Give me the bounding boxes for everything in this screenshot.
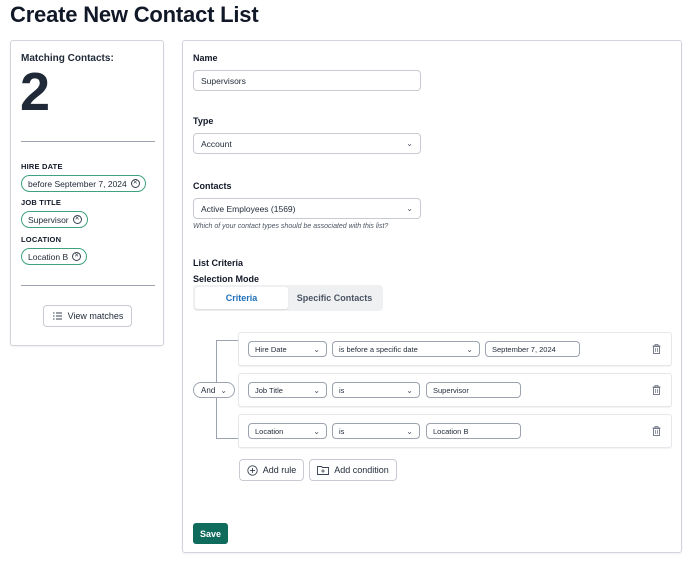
trash-icon[interactable]	[652, 344, 661, 354]
selection-mode-label: Selection Mode	[193, 274, 260, 284]
matching-contacts-panel: Matching Contacts: 2 HIRE DATE before Se…	[10, 40, 164, 346]
rule-operator-select[interactable]: is ⌄	[332, 382, 420, 398]
name-input-value: Supervisors	[201, 75, 246, 86]
list-icon	[52, 312, 62, 320]
filter-label-location: LOCATION	[21, 235, 62, 244]
plus-circle-icon	[247, 464, 258, 476]
rule-operator-value: is before a specific date	[339, 344, 418, 354]
type-label: Type	[193, 116, 214, 126]
contacts-helper-text: Which of your contact types should be as…	[193, 223, 389, 230]
filter-label-job-title: JOB TITLE	[21, 198, 62, 207]
save-button[interactable]: Save	[193, 523, 228, 544]
add-rule-button[interactable]: Add rule	[239, 459, 304, 481]
folder-plus-icon	[317, 466, 330, 475]
tab-criteria[interactable]: Criteria	[195, 287, 288, 309]
view-matches-button[interactable]: View matches	[43, 305, 132, 327]
chevron-down-icon: ⌄	[313, 385, 320, 395]
page-title: Create New Contact List	[10, 2, 259, 27]
rule-operator-select[interactable]: is before a specific date ⌄	[332, 341, 480, 357]
rule-field-select[interactable]: Location ⌄	[248, 423, 327, 439]
add-condition-button[interactable]: Add condition	[309, 459, 397, 481]
divider	[21, 285, 155, 286]
filter-label-hire-date: HIRE DATE	[21, 162, 63, 171]
logic-operator-select[interactable]: And ⌄	[193, 382, 235, 398]
filter-chip-hire-date: before September 7, 2024 ✕	[21, 175, 146, 192]
chevron-down-icon: ⌄	[313, 426, 320, 436]
rule-field-select[interactable]: Job Title ⌄	[248, 382, 327, 398]
selection-mode-tabs: Criteria Specific Contacts	[193, 285, 383, 311]
filter-chip-job-title: Supervisor ✕	[21, 211, 88, 228]
remove-filter-icon[interactable]: ✕	[72, 215, 82, 224]
rule-operator-select[interactable]: is ⌄	[332, 423, 420, 439]
rule-value: September 7, 2024	[492, 344, 556, 354]
chevron-down-icon: ⌄	[406, 204, 413, 213]
rule-field-value: Job Title	[255, 385, 283, 395]
chevron-down-icon: ⌄	[406, 385, 413, 395]
chevron-down-icon: ⌄	[220, 385, 227, 395]
type-select-value: Account	[201, 138, 232, 149]
rule-operator-value: is	[339, 426, 345, 436]
chevron-down-icon: ⌄	[406, 426, 413, 436]
chevron-down-icon: ⌄	[406, 139, 413, 148]
chevron-down-icon: ⌄	[313, 344, 320, 354]
tab-specific-contacts[interactable]: Specific Contacts	[288, 287, 381, 309]
trash-icon[interactable]	[652, 426, 661, 436]
contact-list-form: Name Supervisors Type Account ⌄ Contacts…	[182, 40, 682, 553]
rule-value: Supervisor	[433, 385, 469, 395]
rule-operator-value: is	[339, 385, 345, 395]
add-rule-label: Add rule	[262, 465, 297, 475]
add-condition-label: Add condition	[334, 465, 389, 475]
criteria-rule: Hire Date ⌄ is before a specific date ⌄ …	[238, 332, 672, 366]
criteria-rule: Job Title ⌄ is ⌄ Supervisor	[238, 373, 672, 407]
filter-chip-value: Location B	[28, 251, 69, 262]
rule-value-input[interactable]: Supervisor	[426, 382, 521, 398]
logic-operator-value: And	[201, 385, 216, 395]
rule-field-select[interactable]: Hire Date ⌄	[248, 341, 327, 357]
filter-chip-value: Supervisor	[28, 214, 69, 225]
view-matches-label: View matches	[67, 311, 124, 321]
divider	[21, 141, 155, 142]
contacts-select-value: Active Employees (1569)	[201, 203, 296, 214]
chevron-down-icon: ⌄	[466, 344, 473, 354]
rule-field-value: Location	[255, 426, 284, 436]
contacts-select[interactable]: Active Employees (1569) ⌄	[193, 198, 421, 219]
name-input[interactable]: Supervisors	[193, 70, 421, 91]
criteria-rule: Location ⌄ is ⌄ Location B	[238, 414, 672, 448]
rule-value-input[interactable]: Location B	[426, 423, 521, 439]
remove-filter-icon[interactable]: ✕	[72, 252, 82, 261]
rule-value-input[interactable]: September 7, 2024	[485, 341, 580, 357]
rule-value: Location B	[433, 426, 469, 436]
name-label: Name	[193, 53, 218, 63]
remove-filter-icon[interactable]: ✕	[130, 179, 140, 188]
matching-contacts-count: 2	[20, 62, 51, 122]
rule-field-value: Hire Date	[255, 344, 287, 354]
list-criteria-heading: List Criteria	[193, 258, 244, 268]
filter-chip-value: before September 7, 2024	[28, 178, 127, 189]
trash-icon[interactable]	[652, 385, 661, 395]
contacts-label: Contacts	[193, 181, 232, 191]
type-select[interactable]: Account ⌄	[193, 133, 421, 154]
filter-chip-location: Location B ✕	[21, 248, 88, 265]
